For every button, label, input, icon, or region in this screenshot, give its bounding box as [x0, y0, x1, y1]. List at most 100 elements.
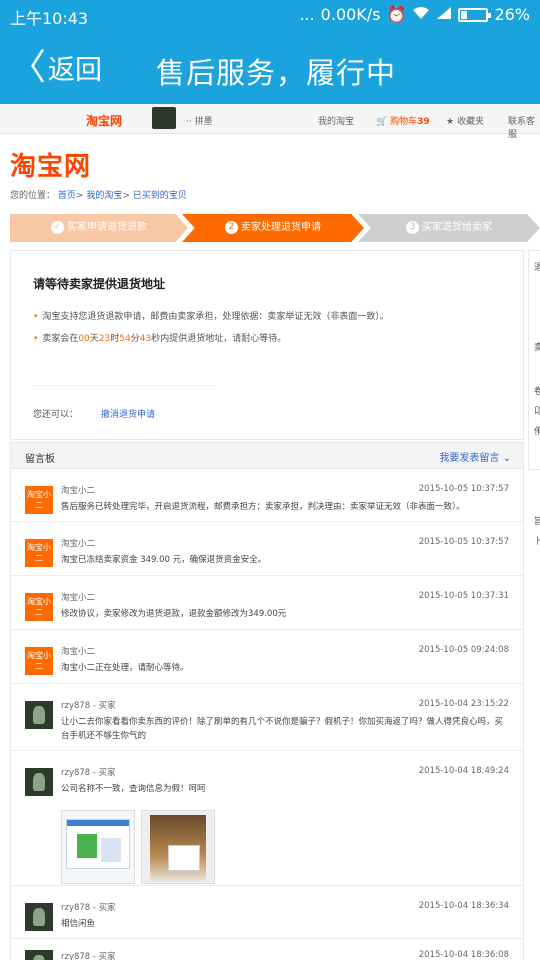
contact-link[interactable]: 联系客服 [508, 114, 540, 140]
side-char: 卬 [534, 407, 540, 417]
post-message-button[interactable]: 我要发表留言 ⌄ [439, 449, 511, 464]
message-board: 留言板 我要发表留言 ⌄ 淘宝小二 淘宝小二 2015-10-05 10:37:… [10, 442, 524, 960]
user-avatar[interactable] [152, 107, 176, 129]
xiaoer-avatar: 淘宝小二 [25, 647, 53, 675]
battery-icon [458, 7, 492, 22]
message-time: 2015-10-04 18:36:08 [418, 950, 509, 960]
chevron-left-icon: 〈 [10, 46, 47, 88]
attachment-screenshot-image[interactable] [61, 810, 135, 884]
network-speed: 0.00K/s [320, 5, 381, 24]
countdown-minutes: 54 [119, 334, 131, 344]
site-top-nav: 淘宝网 ·· 拼墨 我的淘宝 🛒 购物车39 ★ 收藏夹 联系客服 [0, 104, 540, 140]
unit-second: 秒 [151, 334, 161, 344]
breadcrumb-bought[interactable]: 已买到的宝贝 [133, 191, 187, 201]
title-bar: 〈 返回 售后服务，履行中 [0, 30, 540, 104]
side-char: 侑 [534, 427, 540, 437]
my-taobao-link[interactable]: 我的淘宝 [318, 114, 354, 127]
status-bar: 上午10:43 ... 0.00K/s ⏰ 26% [0, 0, 540, 30]
xiaoer-avatar: 淘宝小二 [25, 593, 53, 621]
message-text: 公司名称不一致，查询信息为假！呵呵 [61, 784, 206, 794]
message-time: 2015-10-05 10:37:31 [418, 591, 509, 601]
step-1: ✓ 买家申请退货退款 [10, 214, 188, 242]
side-char: 卖 [534, 343, 540, 353]
divider [33, 385, 215, 386]
breadcrumb-home[interactable]: 首页 [58, 191, 76, 201]
unit-hour: 时 [110, 334, 120, 344]
username-menu[interactable]: ·· 拼墨 [186, 114, 213, 127]
battery-percent: 26% [494, 5, 530, 24]
message-item: rzy878 - 买家 2015-10-04 18:49:24 公司名称不一致，… [11, 752, 523, 886]
message-item: rzy878 - 买家 2015-10-04 23:15:22 让小二去你家看看… [11, 685, 523, 751]
message-author: 淘宝小二 [61, 593, 96, 603]
favorites-label: 收藏夹 [456, 117, 484, 127]
taobao-logo[interactable]: 淘宝网 [10, 146, 91, 183]
more-dots: ... [299, 5, 315, 24]
status-card: 请等待卖家提供退货地址 • 淘宝支持您退货退款申请，邮费由卖家承担，处理依据：卖家… [10, 250, 524, 440]
alarm-icon: ⏰ [386, 5, 407, 24]
message-item: 淘宝小二 淘宝小二 2015-10-05 10:37:57 淘宝已冻结卖家资金 … [11, 523, 523, 576]
countdown-days: 00 [78, 334, 90, 344]
countdown-seconds: 43 [139, 334, 152, 344]
bullet-icon: • [33, 334, 39, 344]
breadcrumb: 您的位置： 首页> 我的淘宝> 已买到的宝贝 [10, 191, 187, 201]
back-button[interactable]: 〈 返回 [10, 48, 102, 87]
bullet-icon: • [33, 312, 39, 322]
message-item: 淘宝小二 淘宝小二 2015-10-05 10:37:31 修改协议，卖家修改为… [11, 577, 523, 630]
message-time: 2015-10-04 18:49:24 [418, 766, 509, 776]
side-char: 卜 [534, 537, 540, 547]
buyer-avatar [25, 701, 53, 729]
message-item: rzy878 - 买家 2015-10-04 18:36:08 [11, 940, 523, 960]
post-message-label: 我要发表留言 [439, 453, 500, 464]
message-text: 相信闲鱼 [61, 919, 96, 929]
countdown-line: • 卖家会在00天23时54分43秒内提供退货地址，请耐心等待。 [33, 331, 286, 344]
battery-fill [461, 10, 468, 19]
message-time: 2015-10-04 23:15:22 [418, 699, 509, 709]
photo-content [150, 815, 206, 881]
message-time: 2015-10-05 09:24:08 [418, 645, 509, 655]
message-author: rzy878 - 买家 [61, 952, 116, 960]
check-icon: ✓ [51, 221, 64, 234]
step-2: 2 卖家处理退货申请 [182, 214, 364, 242]
message-text: 淘宝小二正在处理，请耐心等待。 [61, 663, 189, 673]
side-char: 卷 [534, 387, 540, 397]
side-char: 退 [534, 263, 540, 273]
countdown-hours: 23 [98, 334, 111, 344]
message-author: 淘宝小二 [61, 539, 96, 549]
status-time: 上午10:43 [10, 9, 89, 28]
page-title: 售后服务，履行中 [156, 56, 397, 90]
cart-label: 购物车 [390, 117, 418, 127]
policy-line: • 淘宝支持您退货退款申请，邮费由卖家承担，处理依据：卖家举证无效（非表面一致）。 [33, 309, 389, 322]
taobao-mini-logo[interactable]: 淘宝网 [86, 112, 122, 129]
cancel-return-link[interactable]: 撤消退货申请 [101, 407, 155, 420]
favorites-link[interactable]: ★ 收藏夹 [446, 114, 484, 127]
buyer-avatar [25, 903, 53, 931]
message-author: 淘宝小二 [61, 647, 96, 657]
step-3: 3 买家退货给卖家 [358, 214, 540, 242]
message-text: 让小二去你家看看你卖东西的评价！除了刷单的有几个不说你是骗子？假机子！你加买海返… [61, 717, 504, 741]
message-text: 售后服务已转处理完毕，开启退货流程，邮费承担方：卖家承担，判决理由：卖家举证无效… [61, 502, 465, 512]
unit-day: 天 [89, 334, 99, 344]
message-time: 2015-10-04 18:36:34 [418, 901, 509, 911]
message-board-header: 留言板 我要发表留言 ⌄ [11, 443, 523, 469]
status-icons: ... 0.00K/s ⏰ 26% [299, 5, 530, 24]
step-2-label: 卖家处理退货申请 [241, 222, 321, 233]
breadcrumb-my-taobao[interactable]: 我的淘宝 [86, 191, 122, 201]
breadcrumb-prefix: 您的位置： [10, 191, 56, 201]
attachment-photo-image[interactable] [141, 810, 215, 884]
message-author: rzy878 - 买家 [61, 768, 116, 778]
cart-link[interactable]: 🛒 购物车39 [376, 114, 430, 127]
message-text: 淘宝已冻结卖家资金 349.00 元，确保退货资金安全。 [61, 555, 267, 565]
screenshot-window [66, 819, 130, 869]
policy-text: 淘宝支持您退货退款申请，邮费由卖家承担，处理依据：卖家举证无效（非表面一致）。 [42, 312, 389, 322]
webview[interactable]: 淘宝网 ·· 拼墨 我的淘宝 🛒 购物车39 ★ 收藏夹 联系客服 淘宝网 您的… [0, 104, 540, 960]
wifi-icon [412, 5, 430, 24]
message-board-title: 留言板 [25, 454, 55, 465]
message-item: rzy878 - 买家 2015-10-04 18:36:34 相信闲鱼 [11, 887, 523, 939]
chevron-down-icon: ⌄ [502, 453, 511, 464]
unit-minute: 分 [130, 334, 140, 344]
message-text: 修改协议，卖家修改为退货退款，退款金额修改为349.00元 [61, 609, 287, 619]
cart-count: 39 [417, 117, 430, 127]
step-1-label: 买家申请退货退款 [67, 222, 147, 233]
message-item: 淘宝小二 淘宝小二 2015-10-05 09:24:08 淘宝小二正在处理，请… [11, 631, 523, 684]
step-2-number: 2 [225, 221, 238, 234]
